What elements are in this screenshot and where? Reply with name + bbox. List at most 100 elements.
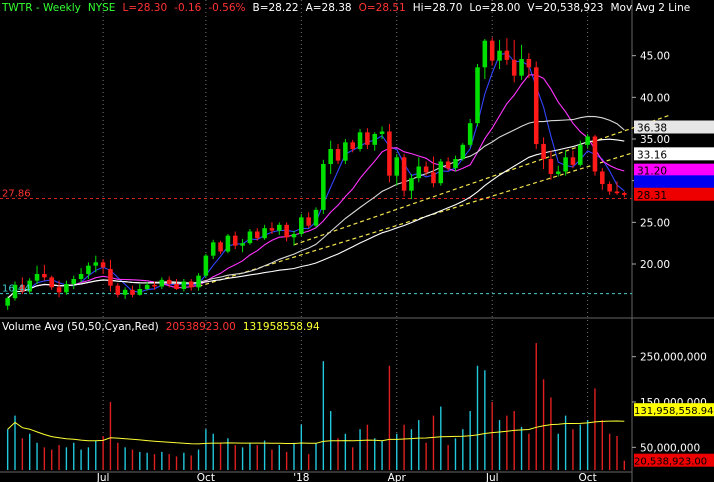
candle-body — [563, 157, 568, 172]
candle-body — [467, 123, 473, 145]
candle-body — [86, 265, 91, 274]
price-badge — [634, 175, 714, 189]
x-tick-label: Apr — [388, 472, 407, 482]
candle-body — [42, 274, 47, 278]
price-tick-label: 40.00 — [640, 92, 670, 104]
candle-body — [622, 193, 627, 195]
volume-tick-label: 250,000,000 — [640, 352, 707, 364]
volume-value: V=20,538,923 — [527, 2, 604, 14]
candle-body — [533, 67, 539, 144]
x-tick-label: Jul — [485, 472, 499, 482]
candle-body — [159, 279, 165, 287]
moving-average-line — [7, 52, 625, 299]
candle-body — [284, 224, 289, 238]
candle-body — [232, 235, 238, 246]
candle-body — [152, 284, 157, 287]
symbol-label[interactable]: TWTR - Weekly — [2, 2, 81, 14]
candle-body — [350, 142, 355, 149]
candle-body — [218, 242, 223, 252]
candle-body — [578, 144, 583, 165]
open-price: O=28.51 — [358, 2, 406, 14]
candle-body — [548, 159, 554, 174]
volume-tick-label: 50,000,000 — [640, 442, 700, 454]
candle-body — [108, 269, 113, 286]
price-tick-label: 35.00 — [640, 134, 670, 146]
left-price-annotation: 27.86 — [2, 189, 31, 200]
candle-body — [166, 279, 172, 284]
volume-average: 131958558.94 — [242, 321, 320, 333]
candle-body — [460, 144, 466, 159]
candle-body — [372, 134, 378, 145]
candle-body — [196, 275, 201, 288]
candle-body — [122, 289, 128, 295]
volume-current: 20538923.00 — [165, 321, 236, 333]
price-badge-label: 36.38 — [637, 123, 667, 135]
candle-body — [585, 136, 590, 145]
candle-body — [130, 289, 135, 295]
x-tick-label: Oct — [579, 472, 597, 482]
candle-body — [401, 157, 407, 191]
volume-average-line — [7, 420, 625, 445]
candle-body — [416, 166, 422, 179]
high-price: Hi=28.70 — [412, 2, 463, 14]
candle-body — [247, 231, 253, 244]
candle-body — [555, 171, 561, 174]
candle-body — [225, 235, 231, 252]
price-tick-label: 20.00 — [640, 259, 670, 271]
candle-body — [423, 166, 429, 173]
candle-body — [475, 67, 480, 124]
stock-chart-canvas[interactable]: JulOct'18AprJulOct20.0025.0030.0035.0040… — [0, 0, 714, 482]
candle-body — [365, 132, 370, 145]
trendline — [293, 115, 669, 246]
moving-average-label[interactable]: Mov Avg 2 Line — [610, 2, 690, 14]
candle-body — [71, 279, 77, 284]
candle-body — [137, 289, 143, 295]
ask-price: A=28.38 — [305, 2, 352, 14]
candle-body — [291, 234, 297, 238]
candle-body — [343, 142, 348, 161]
candle-body — [445, 161, 451, 169]
candle-body — [335, 149, 341, 161]
candle-body — [313, 209, 319, 226]
candle-body — [64, 284, 69, 293]
exchange-label: NYSE — [87, 2, 116, 14]
volume-title[interactable]: Volume Avg (50,50,Cyan,Red) — [2, 321, 159, 333]
candle-body — [210, 242, 216, 256]
candle-body — [409, 178, 414, 191]
candle-body — [504, 50, 510, 60]
candle-body — [78, 274, 84, 279]
moving-average-line — [7, 74, 625, 299]
candle-body — [93, 262, 99, 266]
candle-body — [541, 144, 546, 159]
candle-body — [438, 161, 444, 184]
candle-body — [379, 131, 385, 134]
candle-body — [394, 157, 400, 176]
candle-body — [607, 184, 612, 192]
price-tick-label: 25.00 — [640, 217, 670, 229]
volume-badge-label: 20,538,923.00 — [634, 457, 707, 468]
candle-body — [240, 243, 245, 246]
volume-badge-label: 131,958,558.94 — [634, 406, 714, 417]
candle-body — [570, 157, 576, 165]
candle-body — [489, 40, 495, 61]
candle-body — [5, 298, 10, 306]
candle-body — [328, 149, 333, 164]
candle-body — [497, 50, 502, 61]
candle-body — [387, 131, 392, 176]
candle-body — [299, 217, 304, 234]
candle-body — [357, 132, 363, 149]
candle-body — [56, 287, 62, 293]
x-tick-label: '18 — [293, 472, 309, 482]
candle-body — [100, 262, 106, 268]
moving-average-line — [7, 115, 625, 299]
candle-body — [34, 274, 40, 281]
candle-body — [174, 284, 179, 289]
candle-body — [262, 228, 267, 239]
change-percent: -0.56% — [208, 2, 246, 14]
candle-body — [203, 255, 209, 276]
x-tick-label: Oct — [197, 472, 215, 482]
candle-body — [188, 281, 194, 288]
low-price: Lo=28.00 — [469, 2, 521, 14]
candle-body — [526, 59, 532, 68]
x-tick-label: Jul — [96, 472, 110, 482]
